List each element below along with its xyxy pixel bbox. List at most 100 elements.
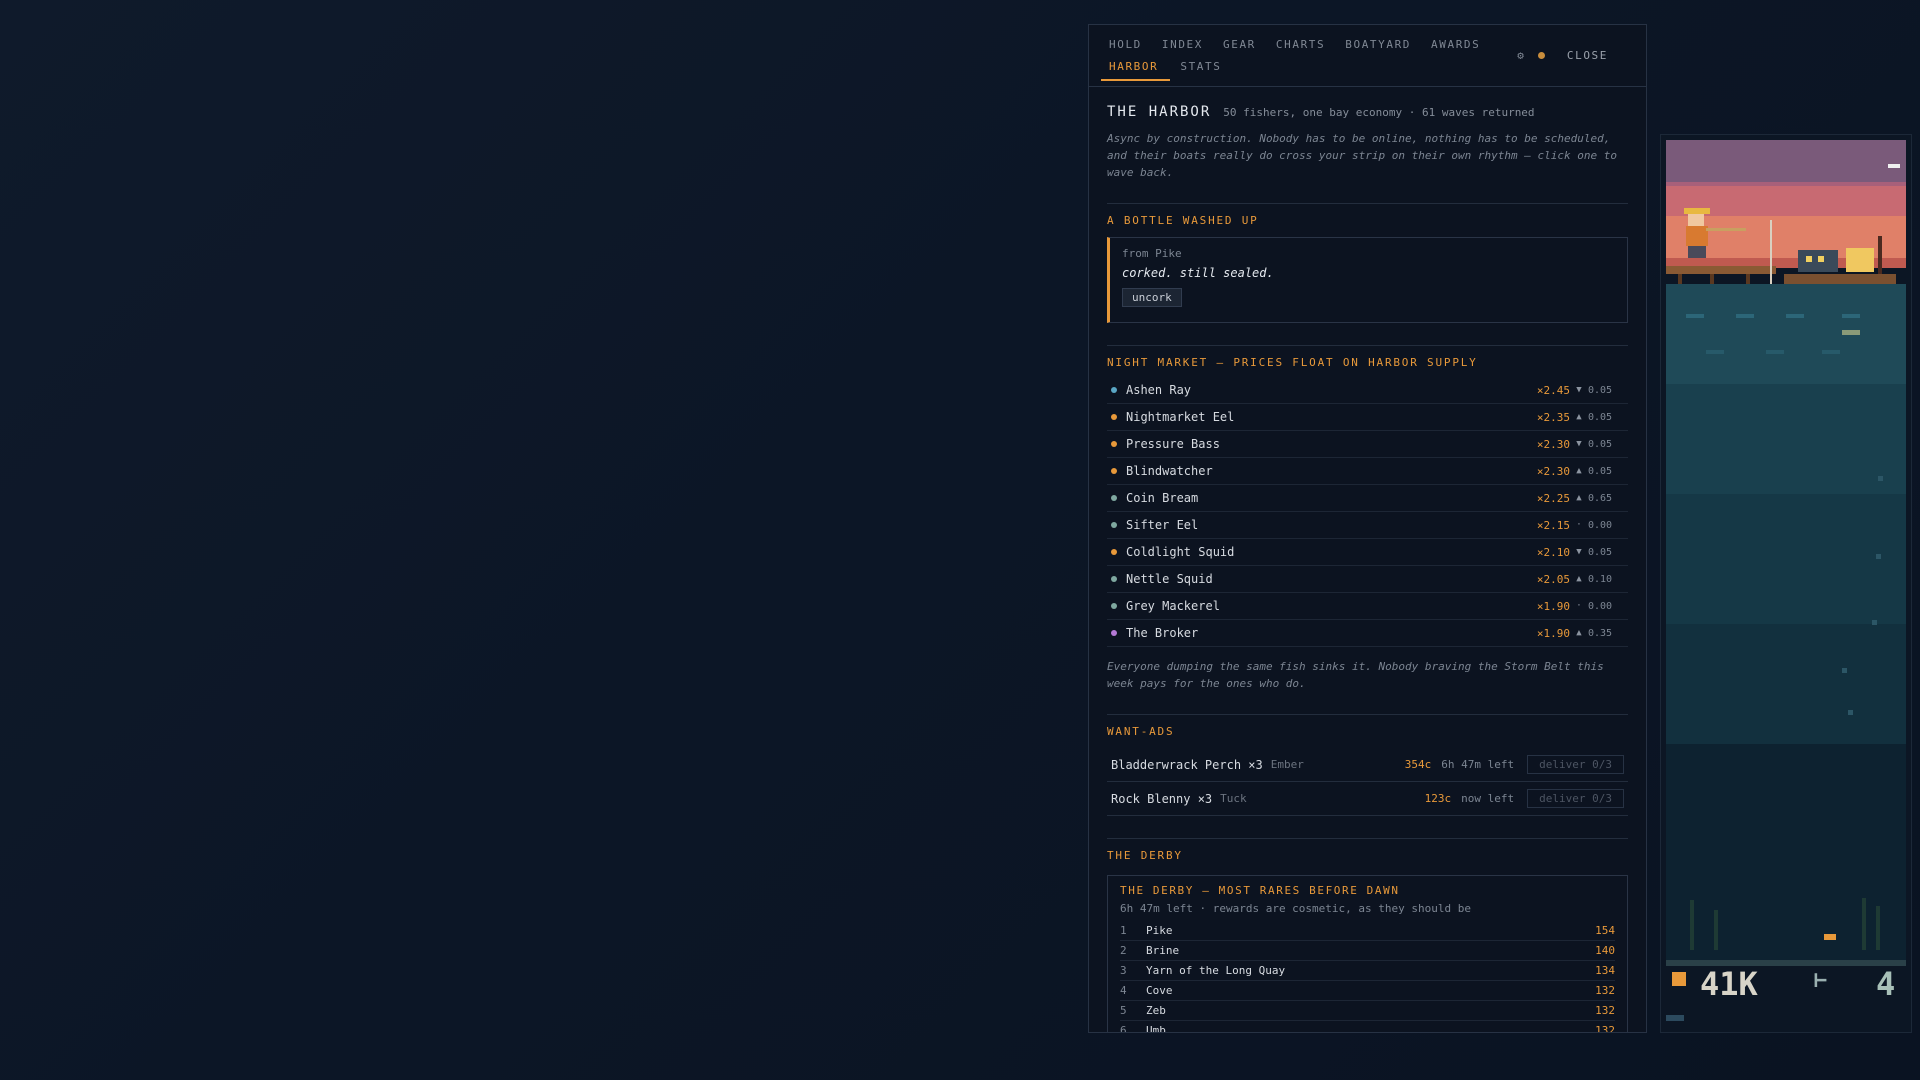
tab-bar: HOLD INDEX GEAR CHARTS BOATYARD AWARDS HARBOR… <box>1089 25 1646 87</box>
bottle-from: from Pike <box>1122 247 1182 260</box>
boat-window <box>1818 256 1824 262</box>
trend-arrow-icon: ▲ <box>1576 493 1582 503</box>
fish-name: Ashen Ray <box>1126 383 1192 397</box>
bubble <box>1878 476 1883 481</box>
bubble <box>1842 668 1847 673</box>
harbor-intro: Async by construction. Nobody has to be … <box>1107 132 1617 179</box>
market-row[interactable]: Nightmarket Eel ×2.35 ▲ 0.05 <box>1107 404 1628 431</box>
market-list: Ashen Ray ×2.45 ▼ 0.05 Nightmarket Eel ×2.35 ▲… <box>1107 377 1628 647</box>
seaweed <box>1690 900 1694 950</box>
fishing-scene[interactable] <box>1666 140 1906 966</box>
water-surface <box>1666 284 1906 384</box>
market-row[interactable]: Coin Bream ×2.25 ▲ 0.65 <box>1107 485 1628 512</box>
wave-glint <box>1822 350 1840 354</box>
fisher-legs <box>1688 246 1706 258</box>
close-button[interactable]: CLOSE <box>1567 49 1608 62</box>
price-delta: 0.00 <box>1588 600 1613 612</box>
market-heading: NIGHT MARKET — PRICES FLOAT ON HARBOR SU… <box>1107 356 1478 369</box>
derby-rank: 6 <box>1120 1024 1127 1033</box>
market-row[interactable]: Grey Mackerel ×1.90 · 0.00 <box>1107 593 1628 620</box>
price-delta: 0.00 <box>1588 519 1613 531</box>
tab-gear[interactable]: GEAR <box>1213 37 1266 57</box>
fish <box>1824 934 1836 940</box>
market-row[interactable]: Nettle Squid ×2.05 ▲ 0.10 <box>1107 566 1628 593</box>
price-delta: 0.05 <box>1588 438 1613 450</box>
trend-arrow-icon: · <box>1576 601 1582 611</box>
derby-name: Zeb <box>1146 1004 1166 1017</box>
harbor-header: THE HARBOR 50 fishers, one bay economy ·… <box>1107 104 1628 120</box>
wave-glint <box>1786 314 1804 318</box>
tab-awards[interactable]: AWARDS <box>1421 37 1490 57</box>
market-row[interactable]: Blindwatcher ×2.30 ▲ 0.05 <box>1107 458 1628 485</box>
derby-row: 3 Yarn of the Long Quay 134 <box>1120 961 1615 981</box>
fish-name: Coldlight Squid <box>1126 545 1235 559</box>
fish-dot-icon <box>1111 414 1117 420</box>
derby-rank: 2 <box>1120 944 1127 957</box>
wave-glint <box>1736 314 1754 318</box>
tab-row-1: HOLD INDEX GEAR CHARTS BOATYARD AWARDS <box>1109 37 1490 57</box>
price-delta: 0.05 <box>1588 384 1613 396</box>
price-multiplier: ×1.90 <box>1536 599 1570 613</box>
divider <box>1107 203 1628 204</box>
tab-harbor[interactable]: HARBOR <box>1101 59 1171 81</box>
gull-icon <box>1888 164 1900 168</box>
fisher-hat <box>1684 208 1710 214</box>
trend-arrow-icon: ▲ <box>1576 466 1582 476</box>
derby-name: Pike <box>1146 924 1173 937</box>
wave-glint <box>1686 314 1704 318</box>
tab-hold[interactable]: HOLD <box>1109 37 1152 57</box>
tab-stats[interactable]: STATS <box>1170 59 1231 81</box>
wantad-row: Bladderwrack Perch ×3 Ember 354c 6h 47m lef… <box>1107 748 1628 782</box>
price-delta: 0.05 <box>1588 465 1613 477</box>
derby-row: 6 Umb 132 <box>1120 1021 1615 1033</box>
market-row[interactable]: Sifter Eel ×2.15 · 0.00 <box>1107 512 1628 539</box>
tab-boatyard[interactable]: BOATYARD <box>1335 37 1421 57</box>
deliver-button[interactable]: deliver 0/3 <box>1527 789 1624 808</box>
derby-name: Cove <box>1146 984 1173 997</box>
fishing-rod <box>1706 228 1746 231</box>
wantad-reward: 123c <box>1424 792 1452 805</box>
derby-name: Yarn of the Long Quay <box>1146 964 1286 977</box>
price-multiplier: ×2.15 <box>1536 518 1570 532</box>
fish-name: Grey Mackerel <box>1126 599 1220 613</box>
tab-charts[interactable]: CHARTS <box>1266 37 1335 57</box>
progress-bar <box>1666 1015 1684 1021</box>
wantad-poster: Ember <box>1270 758 1304 771</box>
wantad-item: Bladderwrack Perch ×3 <box>1111 757 1263 772</box>
depth-count: 4 <box>1876 965 1896 1003</box>
derby-score: 132 <box>1595 984 1615 997</box>
derby-rank: 5 <box>1120 1004 1127 1017</box>
bubble <box>1872 620 1877 625</box>
tab-index[interactable]: INDEX <box>1152 37 1213 57</box>
wantad-row: Rock Blenny ×3 Tuck 123c now left deliver 0/… <box>1107 782 1628 816</box>
market-note: Everyone dumping the same fish sinks it.… <box>1107 660 1604 690</box>
market-row[interactable]: Pressure Bass ×2.30 ▼ 0.05 <box>1107 431 1628 458</box>
nav-controls: ⚙ CLOSE <box>1517 49 1608 62</box>
trend-arrow-icon: ▲ <box>1576 628 1582 638</box>
seaweed <box>1714 910 1718 950</box>
price-delta: 0.10 <box>1588 573 1613 585</box>
status-dot-icon <box>1537 52 1545 59</box>
fish-name: Pressure Bass <box>1126 437 1220 451</box>
bottle-message: corked. still sealed. <box>1122 266 1274 280</box>
wantad-time-left: 6h 47m left <box>1441 758 1515 771</box>
market-row[interactable]: Ashen Ray ×2.45 ▼ 0.05 <box>1107 377 1628 404</box>
seaweed <box>1862 898 1866 950</box>
fish-dot-icon <box>1111 576 1117 582</box>
tab-row-2: HARBOR STATS <box>1101 59 1231 81</box>
deliver-button[interactable]: deliver 0/3 <box>1527 755 1624 774</box>
bottle-card: from Pike corked. still sealed. uncork <box>1107 237 1628 323</box>
price-multiplier: ×2.10 <box>1536 545 1570 559</box>
fish-dot-icon <box>1111 387 1117 393</box>
derby-score: 134 <box>1595 964 1615 977</box>
market-row[interactable]: The Broker ×1.90 ▲ 0.35 <box>1107 620 1628 647</box>
market-row[interactable]: Coldlight Squid ×2.10 ▼ 0.05 <box>1107 539 1628 566</box>
fish-name: Nightmarket Eel <box>1126 410 1235 424</box>
uncork-button[interactable]: uncork <box>1122 288 1182 307</box>
fisher-body <box>1686 226 1708 246</box>
gear-icon[interactable]: ⚙ <box>1517 49 1524 62</box>
wave-glint <box>1842 314 1860 318</box>
derby-row: 5 Zeb 132 <box>1120 1001 1615 1021</box>
fisher-head <box>1688 214 1704 226</box>
fish-dot-icon <box>1111 549 1117 555</box>
